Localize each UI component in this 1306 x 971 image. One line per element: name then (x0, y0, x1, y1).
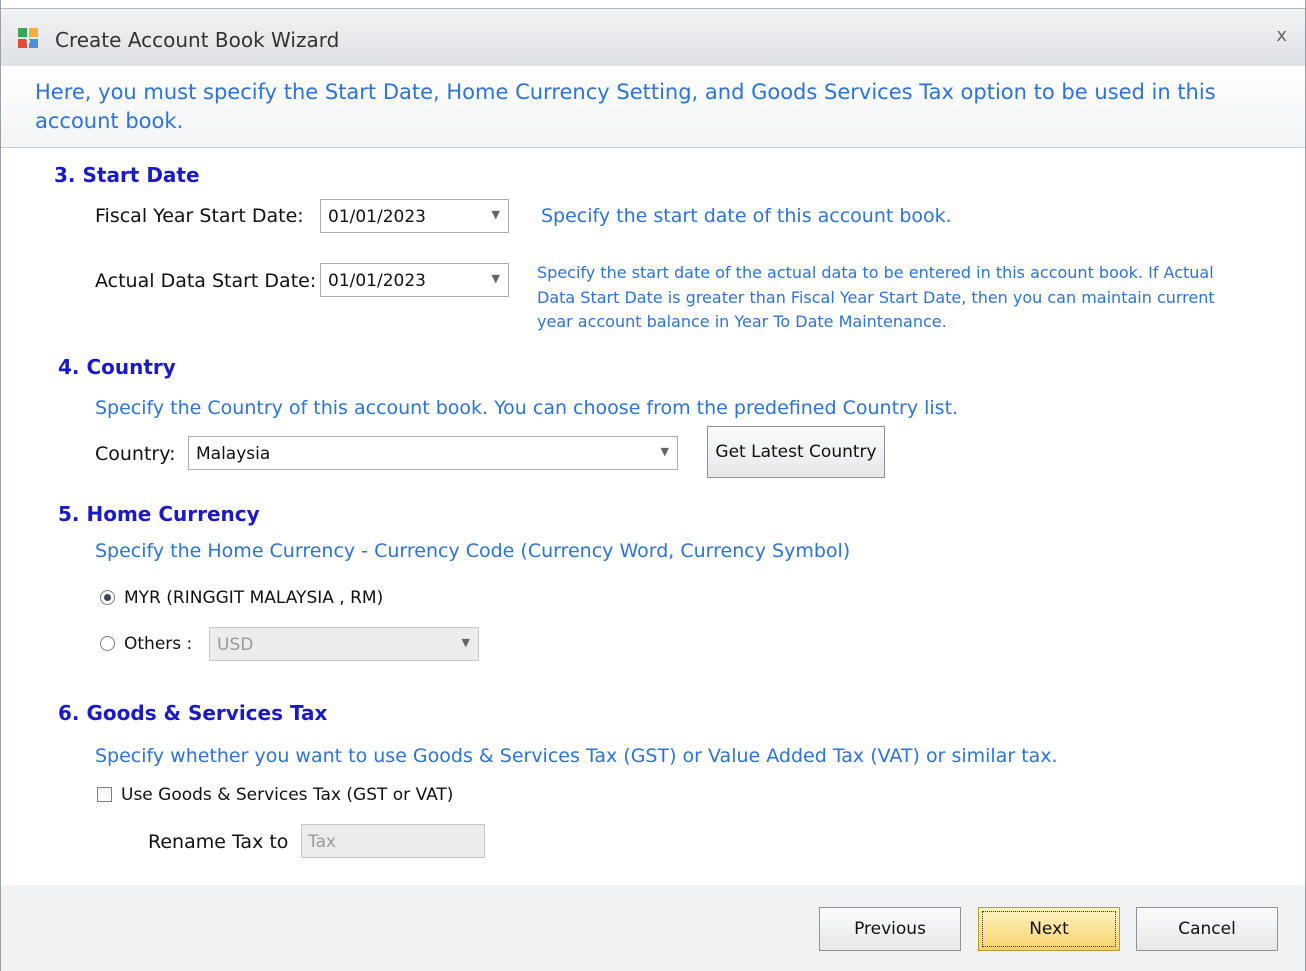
cancel-button[interactable]: Cancel (1136, 907, 1278, 951)
account-book-app-icon: $ (18, 28, 38, 48)
chevron-down-icon[interactable]: ▼ (492, 272, 500, 285)
home-currency-radio[interactable] (100, 590, 115, 605)
actual-data-start-hint: Specify the start date of the actual dat… (537, 261, 1277, 335)
svg-text:$: $ (25, 36, 31, 46)
close-icon[interactable]: x (1276, 25, 1287, 46)
next-button[interactable]: Next (978, 907, 1120, 951)
home-currency-hint: Specify the Home Currency - Currency Cod… (95, 540, 851, 562)
actual-data-start-label: Actual Data Start Date: (95, 270, 317, 292)
country-select[interactable]: Malaysia ▼ (188, 436, 678, 470)
rename-tax-input[interactable]: Tax (301, 824, 485, 858)
chevron-down-icon[interactable]: ▼ (661, 445, 669, 458)
use-gst-checkbox[interactable] (97, 787, 112, 802)
rename-tax-label: Rename Tax to (148, 831, 289, 853)
section-title-home-currency: 5. Home Currency (58, 502, 260, 526)
title-bar: $ Create Account Book Wizard x (1, 8, 1305, 66)
chevron-down-icon[interactable]: ▼ (462, 636, 470, 649)
home-currency-option-label[interactable]: MYR (RINGGIT MALAYSIA , RM) (124, 588, 383, 608)
fiscal-year-start-date-picker[interactable]: 01/01/2023 ▼ (320, 199, 509, 233)
use-gst-label[interactable]: Use Goods & Services Tax (GST or VAT) (121, 785, 453, 805)
actual-data-start-date-picker[interactable]: 01/01/2023 ▼ (320, 263, 509, 297)
wizard-window: $ Create Account Book Wizard x Here, you… (0, 0, 1306, 971)
fiscal-year-start-label: Fiscal Year Start Date: (95, 205, 304, 227)
country-label: Country: (95, 443, 176, 465)
others-currency-value: USD (217, 635, 254, 655)
fiscal-year-start-hint: Specify the start date of this account b… (541, 205, 952, 227)
gst-hint: Specify whether you want to use Goods & … (95, 745, 1058, 767)
others-currency-label[interactable]: Others : (124, 634, 192, 654)
others-currency-radio[interactable] (100, 636, 115, 651)
others-currency-select[interactable]: USD ▼ (209, 627, 479, 661)
actual-data-start-hint-line-1: Specify the start date of the actual dat… (537, 263, 1214, 282)
country-hint: Specify the Country of this account book… (95, 397, 959, 419)
actual-data-start-value: 01/01/2023 (328, 271, 426, 291)
country-value: Malaysia (196, 444, 271, 464)
banner-text: Here, you must specify the Start Date, H… (35, 80, 1216, 133)
focus-rect (982, 911, 1116, 947)
previous-button[interactable]: Previous (819, 907, 961, 951)
section-title-gst: 6. Goods & Services Tax (58, 701, 328, 725)
wizard-footer: Previous Next Cancel (1, 885, 1305, 971)
actual-data-start-hint-line-2: Data Start Date is greater than Fiscal Y… (537, 287, 1215, 307)
section-title-start-date: 3. Start Date (54, 163, 200, 187)
get-latest-country-button[interactable]: Get Latest Country (707, 426, 885, 478)
actual-data-start-hint-line-3: year account balance in Year To Date Mai… (537, 312, 947, 331)
window-title: Create Account Book Wizard (55, 28, 340, 52)
section-title-country: 4. Country (58, 355, 176, 379)
instruction-banner: Here, you must specify the Start Date, H… (1, 66, 1305, 148)
fiscal-year-start-value: 01/01/2023 (328, 207, 426, 227)
chevron-down-icon[interactable]: ▼ (492, 208, 500, 221)
rename-tax-value: Tax (308, 832, 337, 852)
